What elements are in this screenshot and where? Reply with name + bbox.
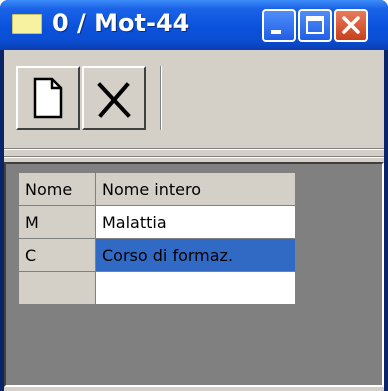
maximize-icon bbox=[306, 16, 324, 34]
toolbar bbox=[4, 50, 384, 150]
new-document-icon bbox=[33, 77, 63, 119]
minimize-icon bbox=[271, 30, 281, 34]
window-title: 0 / Mot-44 bbox=[52, 9, 190, 37]
table-row[interactable]: M Malattia bbox=[18, 205, 296, 239]
delete-x-icon bbox=[97, 82, 131, 118]
window-client-area: Nome Nome intero M Malattia C Corso di f… bbox=[4, 50, 384, 391]
data-grid: Nome Nome intero M Malattia C Corso di f… bbox=[18, 172, 296, 305]
divider bbox=[4, 148, 384, 150]
delete-button[interactable] bbox=[82, 66, 146, 130]
grid-header-row: Nome Nome intero bbox=[18, 172, 296, 206]
new-button[interactable] bbox=[16, 66, 80, 130]
window-app-icon bbox=[12, 14, 42, 34]
row-name-cell[interactable] bbox=[95, 271, 296, 305]
column-header-nome-intero[interactable]: Nome intero bbox=[95, 172, 296, 206]
minimize-button[interactable] bbox=[262, 9, 296, 42]
column-header-nome[interactable]: Nome bbox=[18, 172, 96, 206]
divider bbox=[4, 156, 384, 158]
row-code-cell[interactable]: C bbox=[18, 238, 96, 272]
row-code-cell[interactable] bbox=[18, 271, 96, 305]
table-row-selected[interactable]: C Corso di formaz. bbox=[18, 238, 296, 272]
title-bar[interactable]: 0 / Mot-44 bbox=[0, 0, 388, 50]
app-window: 0 / Mot-44 Nome Nome intero M Malattia C… bbox=[0, 0, 388, 391]
row-code-cell[interactable]: M bbox=[18, 205, 96, 239]
close-button[interactable] bbox=[334, 9, 368, 42]
toolbar-separator bbox=[160, 66, 162, 130]
row-name-cell-selected[interactable]: Corso di formaz. bbox=[95, 238, 296, 272]
row-name-cell[interactable]: Malattia bbox=[95, 205, 296, 239]
close-icon bbox=[342, 16, 360, 34]
grid-pane: Nome Nome intero M Malattia C Corso di f… bbox=[4, 162, 384, 387]
table-row-new[interactable] bbox=[18, 271, 296, 305]
maximize-button[interactable] bbox=[298, 9, 332, 42]
